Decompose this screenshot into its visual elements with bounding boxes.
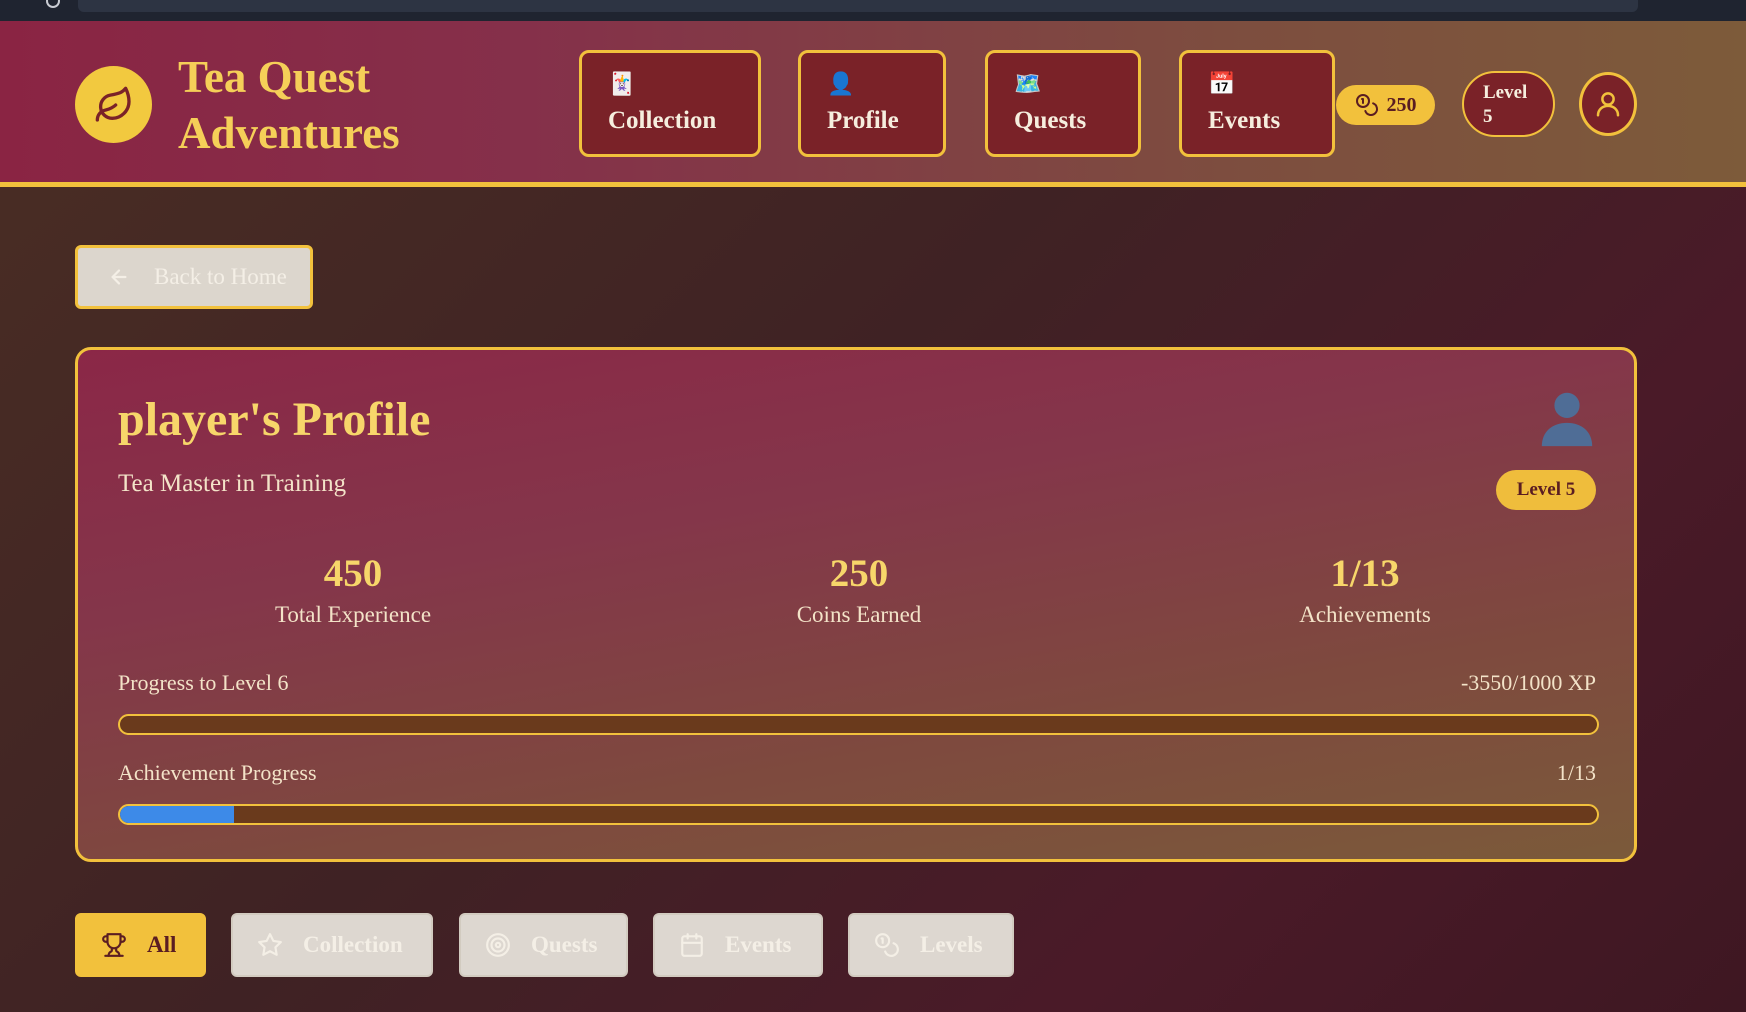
stat-coins-earned: 250 Coins Earned <box>709 550 1009 628</box>
coins-balance: 250 <box>1336 85 1435 125</box>
coins-icon <box>875 933 899 957</box>
filter-tab-collection[interactable]: Collection <box>231 913 433 977</box>
achievement-progress-bar <box>118 804 1599 825</box>
nav-profile-label: Profile <box>827 107 899 134</box>
nav-profile-button[interactable]: 👤 Profile <box>798 50 946 157</box>
profile-title: player's Profile <box>118 393 431 446</box>
coins-value: 250 <box>1386 93 1417 116</box>
nav-quests-label: Quests <box>1014 107 1087 134</box>
level-indicator-number: 5 <box>1483 106 1493 127</box>
nav-collection-label: Collection <box>608 107 717 134</box>
achievement-progress-value: 1/13 <box>1556 760 1596 785</box>
nav-quests-button[interactable]: 🗺️ Quests <box>985 50 1141 157</box>
arrow-left-icon <box>111 269 127 285</box>
user-silhouette-icon: 👤 <box>827 71 855 96</box>
filter-tab-label: Events <box>725 932 792 957</box>
stat-label: Total Experience <box>274 602 432 627</box>
nav-collection-button[interactable]: 🃏 Collection <box>579 50 761 157</box>
achievement-progress-label: Achievement Progress <box>118 760 317 785</box>
level-badge: Level 5 <box>1496 470 1596 510</box>
filter-tab-label: Quests <box>531 932 598 957</box>
stat-value: 450 <box>323 552 383 595</box>
map-icon: 🗺️ <box>1014 71 1042 96</box>
filter-tab-label: Levels <box>920 932 983 957</box>
nav-events-label: Events <box>1208 107 1281 134</box>
level-indicator-word: Level <box>1483 82 1528 103</box>
filter-tab-quests[interactable]: Quests <box>459 913 628 977</box>
filter-tab-all[interactable]: All <box>75 913 206 977</box>
profile-subtitle: Tea Master in Training <box>118 470 347 497</box>
calendar-icon: 📅 <box>1208 71 1236 96</box>
app-header: Tea Quest Adventures 🃏 Collection 👤 Prof… <box>0 21 1746 187</box>
user-icon <box>1596 92 1620 117</box>
logo[interactable] <box>75 66 152 143</box>
stat-value: 250 <box>829 552 889 595</box>
stat-value: 1/13 <box>1330 552 1400 595</box>
filter-tab-levels[interactable]: Levels <box>848 913 1014 977</box>
level-progress-label: Progress to Level 6 <box>118 670 289 695</box>
brand-line-1: Tea Quest <box>178 52 371 102</box>
playing-card-icon: 🃏 <box>608 71 636 96</box>
filter-tab-label: Collection <box>303 932 403 957</box>
leaf-icon <box>95 86 131 122</box>
star-icon <box>258 933 282 956</box>
trophy-icon <box>102 933 126 957</box>
stat-achievements: 1/13 Achievements <box>1215 550 1515 628</box>
stat-label: Achievements <box>1299 602 1431 627</box>
browser-address-bar[interactable] <box>78 0 1638 12</box>
nav-events-button[interactable]: 📅 Events <box>1179 50 1335 157</box>
level-progress-bar <box>118 714 1599 735</box>
profile-avatar-icon <box>1541 392 1593 447</box>
stat-total-experience: 450 Total Experience <box>203 550 503 628</box>
coins-icon <box>1355 94 1378 116</box>
stat-label: Coins Earned <box>796 602 922 627</box>
back-to-home-label: Back to Home <box>154 264 287 289</box>
filter-tab-events[interactable]: Events <box>653 913 823 977</box>
profile-card: player's Profile Tea Master in Training … <box>75 347 1637 862</box>
calendar-icon <box>681 933 703 957</box>
browser-info-icon <box>46 0 60 8</box>
back-to-home-button[interactable]: Back to Home <box>75 245 313 309</box>
user-menu-button[interactable] <box>1579 72 1637 136</box>
filter-tab-label: All <box>147 932 177 957</box>
achievement-progress-fill <box>120 806 234 823</box>
brand-title: Tea Quest Adventures <box>178 49 478 161</box>
target-icon <box>486 933 510 957</box>
level-indicator: Level 5 <box>1462 71 1555 137</box>
browser-toolbar <box>0 0 1746 21</box>
level-progress-value: -3550/1000 XP <box>1460 670 1596 695</box>
brand-line-2: Adventures <box>178 108 400 158</box>
